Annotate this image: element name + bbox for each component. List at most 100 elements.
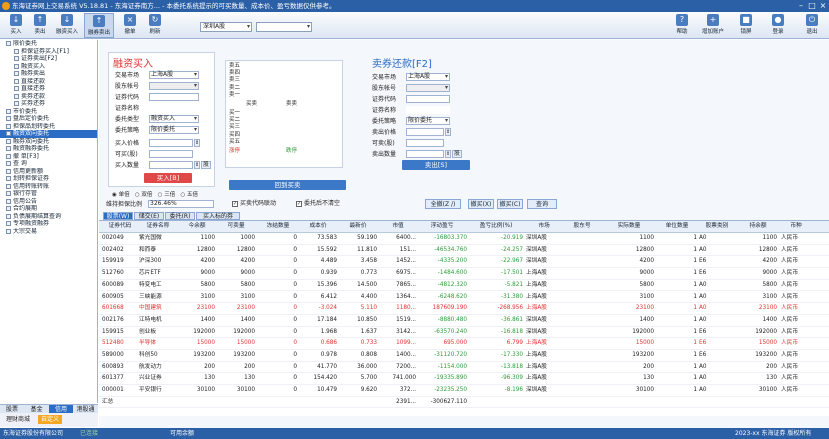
radio-double[interactable]: ○ 双倍 (135, 192, 153, 198)
linked-code-checkbox[interactable]: ✓ 买卖代码联动 (232, 200, 276, 208)
sell-unit-button[interactable]: 股 (452, 150, 462, 158)
column-header[interactable]: 市值 (380, 221, 416, 233)
sidebar-item[interactable]: 划转担保证券 (0, 175, 97, 183)
sidebar-item[interactable]: 买券还券 (0, 100, 97, 108)
table-row[interactable]: 600893 航发动力 200 200 0 41.770 36.000 7200... -115… (99, 362, 829, 374)
buy-qty-input[interactable] (149, 161, 193, 169)
table-row[interactable]: 600905 三峡能源 3100 3100 0 6.412 4.400 1364... -624… (99, 292, 829, 304)
sidebar-item[interactable]: 融资融券委托 (0, 145, 97, 153)
buy-price-stepper[interactable]: ⇕ (194, 139, 200, 147)
sidebar-item[interactable]: 直接还款 (0, 78, 97, 86)
sidebar-item[interactable]: 直接还券 (0, 85, 97, 93)
column-header[interactable]: 证券名称 (139, 221, 177, 233)
table-row[interactable]: 512480 半导体 15000 15000 0 0.686 0.733 1099... 695… (99, 338, 829, 350)
table-row[interactable]: 159919 沪深300 4200 4200 0 4.489 3.458 1452... -43… (99, 256, 829, 269)
buy-submit-button[interactable]: 买入[B] (144, 173, 192, 183)
column-header[interactable]: 可卖量 (217, 221, 255, 233)
sidebar-item[interactable]: 融券卖出 (0, 70, 97, 78)
table-row[interactable]: 601377 兴业证券 130 130 0 154.420 5.700 741.000 -193… (99, 373, 829, 386)
buy-unit-button[interactable]: 股 (201, 161, 211, 169)
column-header[interactable]: 今余额 (179, 221, 215, 233)
sidebar-item[interactable]: 融资双向委托 (0, 130, 97, 138)
table-row[interactable]: 002176 江特电机 1400 1400 0 17.184 10.850 1519... -8… (99, 315, 829, 327)
keep-after-order-checkbox[interactable]: ✓ 委托后不清空 (296, 200, 340, 208)
sell-price-stepper[interactable]: ⇕ (445, 128, 451, 136)
buy-price-input[interactable] (149, 139, 193, 147)
column-header[interactable]: 股票类别 (699, 221, 735, 233)
sidebar-item[interactable]: 大宗交易 (0, 228, 97, 236)
column-header[interactable]: 最新价 (339, 221, 377, 233)
column-header[interactable]: 持余额 (739, 221, 777, 233)
exit-button[interactable]: ⏻ 退出 (800, 13, 824, 38)
table-row[interactable]: 159915 创业板 192000 192000 0 1.968 1.637 3142... -… (99, 327, 829, 339)
sell-market-select[interactable]: 上海A股 (406, 73, 450, 81)
table-row[interactable]: 601668 中国建筑 23100 23100 0 -3.024 5.110 1180... 1… (99, 303, 829, 315)
sidebar-item[interactable]: 信用更新额 (0, 168, 97, 176)
column-header[interactable]: 股东号 (564, 221, 600, 233)
table-row[interactable]: 600089 特变电工 5800 5800 0 15.396 14.500 7865... -4… (99, 280, 829, 292)
sell-code-input[interactable] (406, 95, 450, 103)
sell-price-input[interactable] (406, 128, 444, 136)
buy-type-select[interactable]: 融资买入 (149, 115, 199, 123)
buy-holder-select[interactable] (149, 82, 199, 90)
grid-tab[interactable]: 买入标的券 (196, 212, 240, 220)
radio-triple[interactable]: ○ 三倍 (158, 192, 176, 198)
custom-button[interactable]: 自定义 (38, 415, 63, 424)
margin-buy-button[interactable]: ↓ 融资买入 (52, 13, 82, 38)
buy-market-select[interactable]: 上海A股 (149, 71, 199, 79)
sidebar-item[interactable]: 证券卖出[F2] (0, 55, 97, 63)
table-row[interactable]: 002049 紫光国微 1100 1000 0 73.583 59.190 6400... -1… (99, 233, 829, 245)
sidebar-item[interactable]: 盘后定价委托 (0, 115, 97, 123)
sidebar-item[interactable]: 限价委托 (0, 40, 97, 48)
sell-strategy-select[interactable]: 限价委托 (406, 117, 450, 125)
sidebar-item[interactable]: 融券双向委托 (0, 138, 97, 146)
login-button[interactable]: ● 登录 (766, 13, 790, 38)
sell-submit-button[interactable]: 卖出[S] (402, 160, 470, 170)
sidebar-item[interactable]: 信用公告 (0, 198, 97, 206)
column-header[interactable]: 浮动盈亏 (417, 221, 467, 233)
query-button[interactable]: 查询 (527, 199, 557, 209)
sidebar-item[interactable]: 卖券还款 (0, 93, 97, 101)
column-header[interactable]: 成本价 (299, 221, 337, 233)
mall-button[interactable]: 理财商城 (3, 415, 33, 424)
account-select[interactable] (256, 22, 312, 32)
buy-qty-stepper[interactable]: ⇕ (194, 161, 200, 169)
radio-single[interactable]: ◉ 单倍 (112, 192, 130, 198)
sidebar-item[interactable]: 银行存管 (0, 190, 97, 198)
column-header[interactable]: 币种 (781, 221, 811, 233)
grid-tab[interactable]: 股票(W) (103, 212, 133, 220)
sidebar-item[interactable]: 市价委托 (0, 108, 97, 116)
radio-quintuple[interactable]: ○ 五倍 (180, 192, 198, 198)
cancel-sell-button[interactable]: 撤买(C) (497, 199, 523, 209)
sidebar-item[interactable]: 专项融资融券 (0, 220, 97, 228)
table-row[interactable]: 002402 和而泰 12800 12800 0 15.592 11.810 151... -4… (99, 245, 829, 257)
column-header[interactable]: 证券代码 (102, 221, 138, 233)
back-to-trade-button[interactable]: 回到买卖 (229, 180, 346, 190)
cancel-all-button[interactable]: 全撤(Z /) (425, 199, 461, 209)
sidebar-item[interactable]: 担保品划转委托 (0, 123, 97, 131)
cancel-buy-button[interactable]: 撤买(X) (468, 199, 494, 209)
buy-code-input[interactable] (149, 93, 199, 101)
help-button[interactable]: ? 帮助 (670, 13, 694, 38)
table-row[interactable]: 000001 平安银行 30100 30100 0 10.479 9.620 372... -2… (99, 385, 829, 397)
margin-sell-button[interactable]: ↑ 融券卖出 (84, 13, 114, 38)
column-header[interactable]: 冻结数量 (259, 221, 297, 233)
table-row[interactable]: 589000 科创50 193200 193200 0 0.978 0.808 1400...… (99, 350, 829, 362)
sidebar-item[interactable]: 负债展期结算查询 (0, 213, 97, 221)
buy-strategy-select[interactable]: 限价委托 (149, 126, 199, 134)
table-row[interactable]: 512760 芯片ETF 9000 9000 0 0.939 0.773 6975... -14… (99, 268, 829, 280)
sell-qty-stepper[interactable]: ⇕ (445, 150, 451, 158)
column-header[interactable]: 实际数量 (604, 221, 654, 233)
refresh-button[interactable]: ↻ 刷新 (143, 13, 167, 38)
sidebar-item[interactable]: 查 询 (0, 160, 97, 168)
grid-tab[interactable]: 委托(R) (165, 212, 195, 220)
lock-button[interactable]: ■ 锁屏 (734, 13, 758, 38)
column-header[interactable]: 市场 (526, 221, 562, 233)
sidebar-item[interactable]: 合约展期 (0, 205, 97, 213)
column-header[interactable]: 单位数量 (657, 221, 697, 233)
sidebar-item[interactable]: 融资买入 (0, 63, 97, 71)
add-account-button[interactable]: + 增加账户 (698, 13, 728, 38)
sell-qty-input[interactable] (406, 150, 444, 158)
cancel-order-button[interactable]: × 撤单 (118, 13, 142, 38)
sell-button[interactable]: ↑ 卖出 (28, 13, 52, 38)
